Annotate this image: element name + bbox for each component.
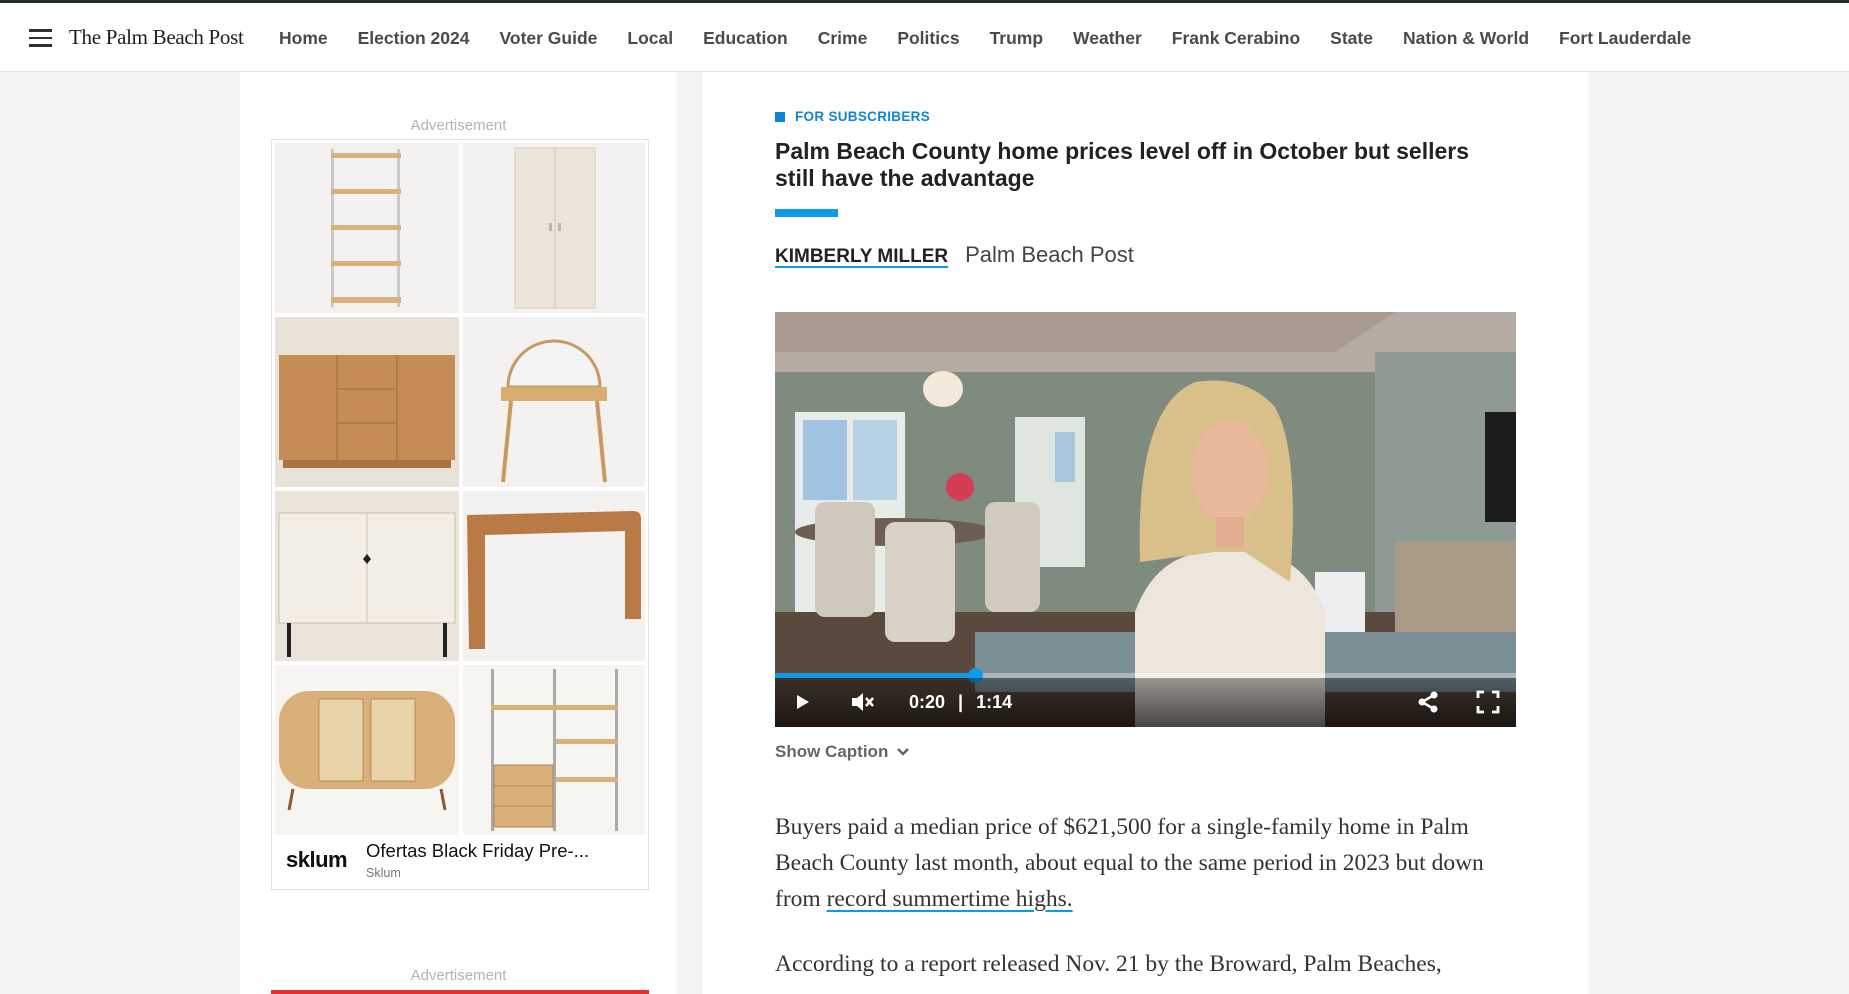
ad-product-grid — [275, 143, 645, 835]
ad-product-image[interactable] — [275, 317, 459, 487]
nav-item-election-2024[interactable]: Election 2024 — [358, 28, 470, 49]
video-time-separator: | — [958, 692, 964, 712]
nav-item-politics[interactable]: Politics — [897, 28, 959, 49]
play-icon[interactable] — [787, 687, 817, 717]
byline-source: Palm Beach Post — [965, 242, 1134, 267]
site-logo[interactable]: The Palm Beach Post — [69, 25, 244, 50]
article-headline: Palm Beach County home prices level off … — [775, 138, 1470, 191]
menu-icon[interactable] — [29, 29, 52, 47]
ad-product-image[interactable] — [275, 665, 459, 835]
record-highs-link[interactable]: record summertime highs. — [827, 886, 1073, 912]
nav-item-trump[interactable]: Trump — [990, 28, 1043, 49]
left-ad-column: Advertisement ▷ ✕ — [240, 72, 677, 994]
article-paragraph-2: According to a report released Nov. 21 b… — [775, 951, 1442, 977]
ad-product-image[interactable] — [463, 317, 645, 487]
mute-icon[interactable] — [847, 687, 877, 717]
ad-product-image[interactable] — [275, 143, 459, 313]
nav-item-frank-cerabino[interactable]: Frank Cerabino — [1172, 28, 1300, 49]
nav-item-weather[interactable]: Weather — [1073, 28, 1142, 49]
nav-item-education[interactable]: Education — [703, 28, 788, 49]
article-paragraph: Buyers paid a median price of $621,500 f… — [775, 809, 1515, 917]
author-link[interactable]: KIMBERLY MILLER — [775, 246, 948, 268]
nav-item-state[interactable]: State — [1330, 28, 1373, 49]
ad-product-image[interactable] — [463, 491, 645, 661]
share-icon[interactable] — [1413, 687, 1443, 717]
ad-advertiser: Sklum — [366, 866, 401, 880]
ad-unit[interactable]: ▷ ✕ — [271, 139, 649, 890]
ad-title[interactable]: Ofertas Black Friday Pre-... — [366, 840, 589, 862]
video-player[interactable]: 0:20 | 1:14 — [775, 312, 1516, 727]
kicker-label: FOR SUBSCRIBERS — [795, 109, 931, 124]
video-frame — [775, 312, 1516, 727]
nav-item-local[interactable]: Local — [627, 28, 673, 49]
show-caption-label: Show Caption — [775, 742, 889, 761]
nav-item-fort-lauderdale[interactable]: Fort Lauderdale — [1559, 28, 1691, 49]
ad-product-image[interactable] — [463, 143, 645, 313]
chevron-down-icon — [897, 748, 910, 756]
ad-brand-logo: sklum — [286, 847, 348, 872]
video-current-time: 0:20 — [909, 692, 946, 712]
advertisement-label-2: Advertisement — [410, 967, 507, 984]
nav-item-voter-guide[interactable]: Voter Guide — [500, 28, 598, 49]
fullscreen-icon[interactable] — [1473, 687, 1503, 717]
video-controls: 0:20 | 1:14 — [775, 678, 1516, 727]
video-timecode: 0:20 | 1:14 — [909, 692, 1012, 713]
advertisement-label: Advertisement — [410, 117, 507, 134]
top-navigation-bar: The Palm Beach Post Home Election 2024 Vot… — [0, 0, 1849, 72]
article-column: FOR SUBSCRIBERS Palm Beach County home p… — [702, 72, 1589, 994]
ad-unit-2[interactable] — [271, 990, 649, 994]
ad-product-image[interactable] — [275, 491, 459, 661]
square-icon — [775, 111, 785, 122]
video-duration: 1:14 — [976, 692, 1013, 712]
nav-item-nation-world[interactable]: Nation & World — [1403, 28, 1529, 49]
ad-footer[interactable]: sklum Ofertas Black Friday Pre-... Sklum — [272, 831, 648, 889]
byline: KIMBERLY MILLER Palm Beach Post — [775, 242, 1134, 268]
ad-product-image[interactable] — [463, 665, 645, 835]
show-caption-button[interactable]: Show Caption — [775, 742, 910, 762]
main-nav: Home Election 2024 Voter Guide Local Educati… — [279, 28, 1721, 49]
nav-item-home[interactable]: Home — [279, 28, 328, 49]
headline-accent-bar — [775, 209, 838, 217]
subscriber-kicker[interactable]: FOR SUBSCRIBERS — [775, 109, 930, 124]
nav-item-crime[interactable]: Crime — [818, 28, 868, 49]
